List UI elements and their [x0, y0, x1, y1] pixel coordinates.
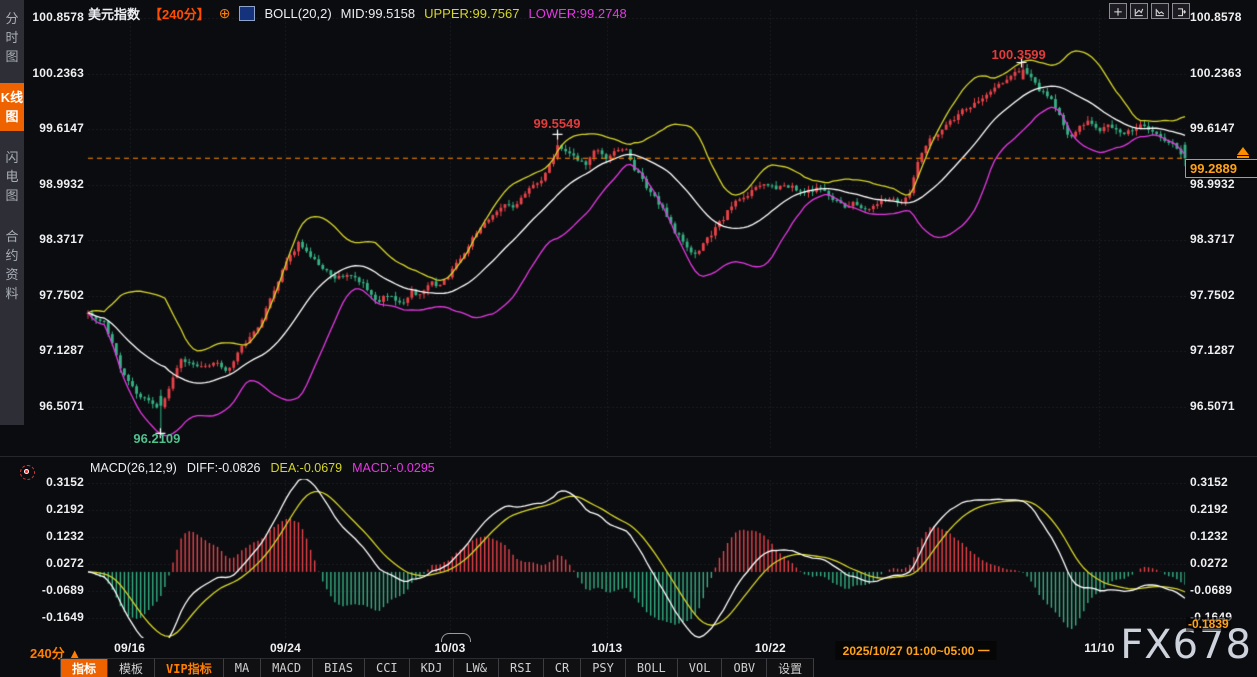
sidebar-item-kline-chart[interactable]: K线图 [0, 83, 24, 131]
x-axis-label: 11/10 [1084, 641, 1115, 655]
indicator-toolbar: 指标 模板 VIP指标 MA MACD BIAS CCI KDJ LW& RSI CR PSY BOLL… [60, 658, 815, 677]
macd-tick-right: 0.0272 [1190, 556, 1228, 571]
toolbar-item-ma[interactable]: MA [223, 658, 262, 677]
toolbar-item-cr[interactable]: CR [543, 658, 582, 677]
sidebar: 分时图 K线图闪电图合约资料 [0, 0, 24, 425]
boll-title: BOLL(20,2) [264, 5, 332, 21]
watermark-logo: FX678 [1120, 622, 1252, 668]
add-indicator-icon[interactable]: ⊕ [219, 6, 231, 20]
price-tick-right: 98.3717 [1190, 232, 1235, 247]
sidebar-item-contract-info[interactable]: 合约资料 [0, 222, 24, 308]
crosshair-icon[interactable] [1109, 3, 1127, 19]
toolbar-item-obv[interactable]: OBV [722, 658, 768, 677]
price-tick-left: 96.5071 [39, 398, 84, 413]
toolbar-item-macd[interactable]: MACD [261, 658, 314, 677]
macd-tick-left: -0.1649 [41, 610, 84, 625]
annotation-high2: 100.3599 [991, 46, 1046, 62]
macd-diff-value: DIFF:-0.0826 [186, 461, 261, 475]
macd-tick-right: 0.3152 [1190, 475, 1228, 490]
toolbar-item-psy[interactable]: PSY [581, 658, 626, 677]
x-axis-label: 09/16 [114, 641, 146, 655]
boll-lower-value: LOWER:99.2748 [528, 5, 627, 21]
chart-canvas[interactable] [0, 0, 1257, 677]
toolbar-item-settings[interactable]: 设置 [767, 658, 815, 677]
hovered-bar-time-label: 2025/10/27 01:00~05:00 一 [835, 641, 997, 660]
chart-style-icon[interactable] [239, 5, 256, 21]
sidebar-item-flash-chart[interactable]: 闪电图 [0, 143, 24, 210]
price-tick-right: 99.6147 [1190, 121, 1235, 136]
price-tick-right: 96.5071 [1190, 398, 1235, 413]
price-tick-right: 100.2363 [1190, 65, 1242, 80]
x-axis-label: 10/03 [434, 641, 466, 655]
price-tick-left: 100.2363 [32, 65, 84, 80]
x-axis-label: 09/24 [269, 641, 301, 655]
trading-app-window: 分时图 K线图闪电图合约资料 美元指数 【240分】 ⊕ BOLL(20,2) M… [0, 0, 1257, 677]
toolbar-item-kdj[interactable]: KDJ [409, 658, 455, 677]
window-buttons [1109, 3, 1190, 19]
macd-header: MACD(26,12,9) DIFF:-0.0826 DEA:-0.0679 M… [90, 461, 435, 475]
sidebar-item-time-chart[interactable]: 分时图 [0, 4, 24, 71]
macd-macd-value: MACD:-0.0295 [352, 461, 435, 475]
price-tick-right: 97.7502 [1190, 287, 1235, 302]
annotation-low: 96.2109 [133, 431, 181, 447]
zoom-axis-left-icon[interactable] [1130, 3, 1148, 19]
macd-tick-left: -0.0689 [41, 583, 84, 598]
macd-tick-right: 0.2192 [1190, 502, 1228, 517]
toolbar-item-cci[interactable]: CCI [364, 658, 410, 677]
price-tick-left: 98.9932 [39, 176, 84, 191]
macd-tick-right: -0.0689 [1190, 583, 1233, 598]
price-tick-right: 98.9932 [1190, 176, 1235, 191]
toolbar-item-boll[interactable]: BOLL [625, 658, 678, 677]
exit-icon[interactable] [1172, 3, 1190, 19]
price-tick-right: 100.8578 [1190, 10, 1242, 24]
boll-upper-value: UPPER:99.7567 [424, 5, 520, 21]
price-tick-left: 100.8578 [32, 10, 84, 24]
toolbar-item-bias[interactable]: BIAS [313, 658, 365, 677]
annotation-high1: 99.5549 [533, 116, 581, 132]
price-tick-left: 98.3717 [39, 232, 84, 247]
timeline-collapse-handle[interactable] [441, 633, 471, 642]
x-axis-label: 10/22 [754, 641, 786, 655]
macd-title: MACD(26,12,9) [90, 461, 177, 475]
price-alert-icon[interactable] [1237, 147, 1249, 158]
toolbar-item-rsi[interactable]: RSI [499, 658, 544, 677]
macd-tick-left: 0.0272 [46, 556, 84, 571]
boll-mid-value: MID:99.5158 [340, 5, 416, 21]
panel-divider [0, 456, 1257, 457]
toolbar-item-vip-indicator[interactable]: VIP指标 [155, 658, 224, 677]
toolbar-item-indicator[interactable]: 指标 [60, 658, 109, 677]
price-tick-right: 97.1287 [1190, 343, 1235, 358]
macd-tick-right: 0.1232 [1190, 529, 1228, 544]
x-axis-label: 10/13 [591, 641, 623, 655]
live-indicator-icon [20, 465, 35, 480]
macd-dea-value: DEA:-0.0679 [270, 461, 343, 475]
macd-current-value: -0.1839 [1186, 617, 1231, 631]
current-price-box: 99.2889 [1185, 159, 1257, 179]
price-tick-left: 97.1287 [39, 343, 84, 358]
toolbar-item-template[interactable]: 模板 [108, 658, 156, 677]
price-tick-left: 99.6147 [39, 121, 84, 136]
macd-tick-left: 0.2192 [46, 502, 84, 517]
toolbar-item-lwr[interactable]: LW& [454, 658, 500, 677]
macd-tick-left: 0.1232 [46, 529, 84, 544]
macd-tick-left: 0.3152 [46, 475, 84, 490]
period-label: 【240分】 [149, 6, 210, 22]
symbol-name: 美元指数 [88, 6, 141, 22]
chart-header: 美元指数 【240分】 ⊕ BOLL(20,2) MID:99.5158 UPP… [88, 4, 627, 22]
price-tick-left: 97.7502 [39, 287, 84, 302]
zoom-axis-right-icon[interactable] [1151, 3, 1169, 19]
toolbar-item-vol[interactable]: VOL [677, 658, 723, 677]
